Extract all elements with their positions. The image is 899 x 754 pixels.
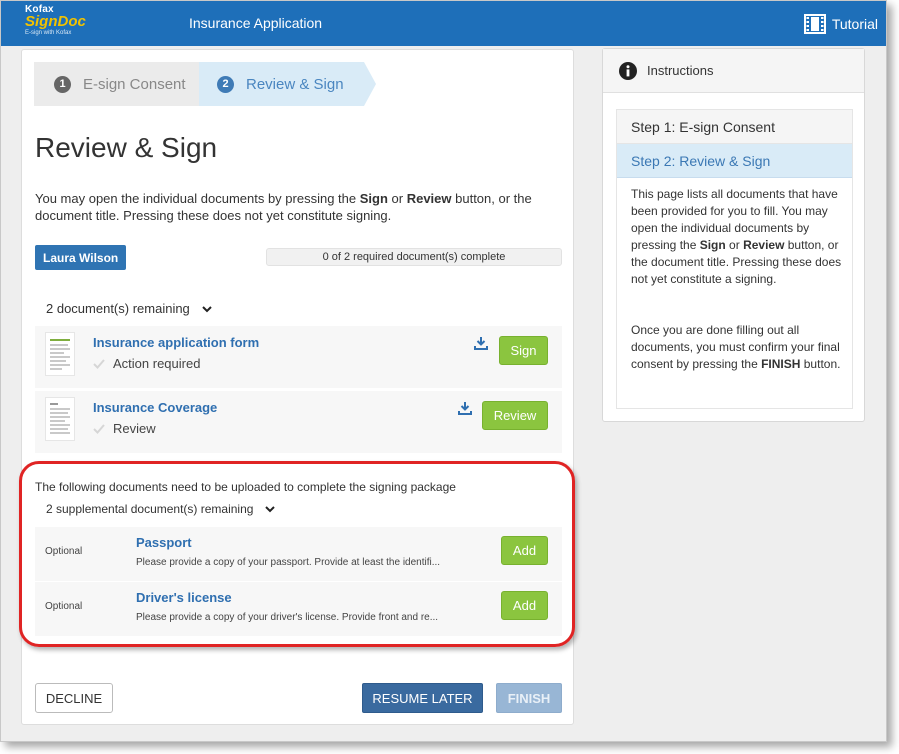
intro-text-2: or <box>387 191 407 206</box>
sign-button[interactable]: Sign <box>499 336 548 365</box>
step-esign-consent[interactable]: 1 E-sign Consent <box>34 62 199 106</box>
step-1-label: E-sign Consent <box>83 75 186 93</box>
document-thumbnail[interactable] <box>45 332 75 376</box>
instr-p1-bold-review: Review <box>743 238 785 252</box>
instructions-step-2: Step 2: Review & Sign <box>617 144 852 178</box>
document-status-text: Review <box>113 421 156 436</box>
chevron-down-icon <box>265 506 276 513</box>
instructions-content: Step 1: E-sign Consent Step 2: Review & … <box>616 109 853 409</box>
decline-button[interactable]: DECLINE <box>35 683 113 713</box>
document-title-link[interactable]: Insurance Coverage <box>93 400 217 415</box>
optional-label: Optional <box>45 546 83 557</box>
step-arrow <box>364 62 376 106</box>
resume-later-button[interactable]: RESUME LATER <box>362 683 483 713</box>
add-drivers-license-button[interactable]: Add <box>501 591 548 620</box>
download-icon[interactable] <box>474 336 488 350</box>
check-icon <box>93 358 105 369</box>
documents-remaining-toggle[interactable]: 2 document(s) remaining <box>46 301 212 316</box>
supplemental-title-link[interactable]: Driver's license <box>136 590 232 605</box>
optional-label: Optional <box>45 601 83 612</box>
chevron-down-icon <box>202 305 212 312</box>
intro-bold-sign: Sign <box>359 191 388 206</box>
instr-p1-text-2: or <box>725 238 744 252</box>
app-title: Insurance Application <box>189 15 323 31</box>
step-1-number: 1 <box>54 75 71 93</box>
logo-line-3: E-sign with Kofax <box>25 30 72 36</box>
supplemental-title-link[interactable]: Passport <box>136 535 192 550</box>
supplemental-row: Optional Passport Please provide a copy … <box>35 527 562 581</box>
top-bar: Kofax SignDoc E-sign with Kofax Insuranc… <box>1 1 886 46</box>
finish-button[interactable]: FINISH <box>496 683 562 713</box>
review-sign-panel: 1 E-sign Consent 2 Review & Sign Review … <box>21 49 574 725</box>
check-icon <box>93 423 105 434</box>
step-review-sign[interactable]: 2 Review & Sign <box>199 62 364 106</box>
instr-p2-text-2: button. <box>800 357 841 371</box>
supplemental-remaining-label: 2 supplemental document(s) remaining <box>46 502 254 516</box>
add-passport-button[interactable]: Add <box>501 536 548 565</box>
tutorial-button[interactable]: Tutorial <box>803 13 878 35</box>
document-status-text: Action required <box>113 356 201 371</box>
kofax-signdoc-logo: Kofax SignDoc E-sign with Kofax <box>25 5 101 41</box>
tutorial-label: Tutorial <box>831 16 878 32</box>
review-button[interactable]: Review <box>482 401 548 430</box>
instructions-paragraph-1: This page lists all documents that have … <box>631 186 845 288</box>
instructions-step-1: Step 1: E-sign Consent <box>617 110 852 144</box>
document-title-link[interactable]: Insurance application form <box>93 335 259 350</box>
intro-text: You may open the individual documents by… <box>35 190 545 224</box>
app-window: Kofax SignDoc E-sign with Kofax Insuranc… <box>0 0 887 742</box>
document-row: Insurance application form Action requir… <box>35 326 562 388</box>
step-wizard: 1 E-sign Consent 2 Review & Sign <box>34 62 384 106</box>
supplemental-remaining-toggle[interactable]: 2 supplemental document(s) remaining <box>46 502 276 516</box>
film-icon <box>803 14 826 34</box>
intro-text-1: You may open the individual documents by… <box>35 191 360 206</box>
step-2-number: 2 <box>217 75 234 93</box>
instructions-panel: Instructions Step 1: E-sign Consent Step… <box>602 48 865 422</box>
document-status: Review <box>93 421 156 436</box>
document-status: Action required <box>93 356 200 371</box>
info-icon <box>619 61 637 80</box>
download-icon[interactable] <box>458 401 472 415</box>
intro-bold-review: Review <box>406 191 452 206</box>
supplemental-row: Optional Driver's license Please provide… <box>35 582 562 636</box>
supplemental-description: Please provide a copy of your passport. … <box>136 557 441 568</box>
instr-p1-bold-sign: Sign <box>699 238 726 252</box>
documents-remaining-label: 2 document(s) remaining <box>46 301 190 316</box>
page-title: Review & Sign <box>35 132 218 163</box>
instr-p2-bold-finish: FINISH <box>761 357 801 371</box>
step-2-label: Review & Sign <box>246 75 344 93</box>
upload-instruction-text: The following documents need to be uploa… <box>35 480 456 494</box>
logo-line-2: SignDoc <box>25 13 86 30</box>
instructions-paragraph-2: Once you are done filling out all docume… <box>631 322 845 373</box>
instructions-header: Instructions <box>603 49 864 93</box>
instructions-title: Instructions <box>647 63 714 78</box>
document-thumbnail[interactable] <box>45 397 75 441</box>
document-row: Insurance Coverage Review Review <box>35 391 562 453</box>
signer-badge: Laura Wilson <box>35 245 127 270</box>
supplemental-description: Please provide a copy of your driver's l… <box>136 612 439 623</box>
progress-bar: 0 of 2 required document(s) complete <box>266 248 562 266</box>
